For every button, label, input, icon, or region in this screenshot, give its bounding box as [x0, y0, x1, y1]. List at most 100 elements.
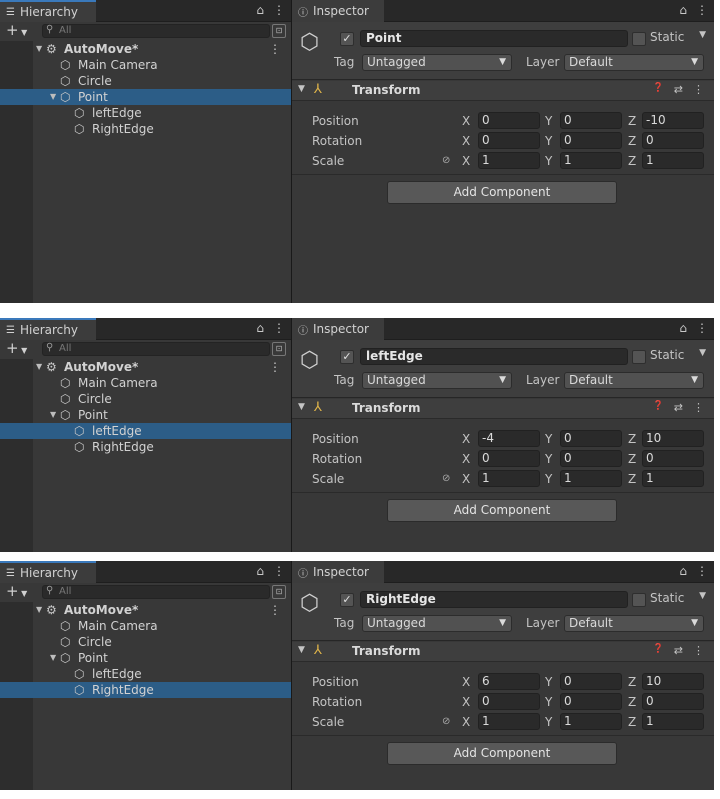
hierarchy-item[interactable]: ▼ ⚙ AutoMove* ⋮ — [0, 602, 291, 618]
foldout-arrow-icon[interactable]: ▼ — [50, 407, 56, 423]
position-x-input[interactable]: 6 — [478, 673, 540, 690]
hierarchy-item[interactable]: ▼ ⚙ AutoMove* ⋮ — [0, 359, 291, 375]
axis-y-label[interactable]: Y — [545, 133, 552, 149]
axis-x-label[interactable]: X — [462, 471, 470, 487]
axis-y-label[interactable]: Y — [545, 674, 552, 690]
foldout-arrow-icon[interactable]: ▼ — [36, 41, 42, 57]
axis-x-label[interactable]: X — [462, 714, 470, 730]
axis-x-label[interactable]: X — [462, 694, 470, 710]
constrain-proportions-icon[interactable]: ⊘ — [442, 716, 450, 727]
kebab-menu-icon[interactable]: ⋮ — [696, 321, 708, 335]
kebab-menu-icon[interactable]: ⋮ — [269, 41, 281, 57]
search-scene-icon[interactable]: ⊡ — [272, 585, 286, 599]
kebab-menu-icon[interactable]: ⋮ — [696, 564, 708, 578]
scale-x-input[interactable]: 1 — [478, 470, 540, 487]
rotation-y-input[interactable]: 0 — [560, 132, 622, 149]
lock-icon[interactable]: ⌂ — [679, 3, 687, 17]
axis-y-label[interactable]: Y — [545, 694, 552, 710]
constrain-proportions-icon[interactable]: ⊘ — [442, 155, 450, 166]
hierarchy-search-input[interactable]: All — [42, 342, 270, 356]
search-scene-icon[interactable]: ⊡ — [272, 24, 286, 38]
lock-icon[interactable]: ⌂ — [256, 564, 264, 578]
kebab-menu-icon[interactable]: ⋮ — [693, 644, 704, 657]
kebab-menu-icon[interactable]: ⋮ — [693, 401, 704, 414]
scale-y-input[interactable]: 1 — [560, 713, 622, 730]
search-scene-icon[interactable]: ⊡ — [272, 342, 286, 356]
add-component-button[interactable]: Add Component — [387, 499, 617, 522]
presets-icon[interactable]: ⇄ — [674, 83, 683, 96]
hierarchy-search-input[interactable]: All — [42, 24, 270, 38]
axis-x-label[interactable]: X — [462, 451, 470, 467]
foldout-arrow-icon[interactable]: ▼ — [36, 602, 42, 618]
presets-icon[interactable]: ⇄ — [674, 644, 683, 657]
position-y-input[interactable]: 0 — [560, 430, 622, 447]
hierarchy-item[interactable]: ▼ ⬡ Point — [0, 89, 291, 105]
scale-z-input[interactable]: 1 — [642, 713, 704, 730]
create-dropdown-button[interactable]: + ▼ — [6, 341, 27, 358]
help-icon[interactable]: ❓ — [653, 644, 664, 657]
hierarchy-item[interactable]: ⬡ Main Camera — [0, 375, 291, 391]
scale-x-input[interactable]: 1 — [478, 713, 540, 730]
axis-y-label[interactable]: Y — [545, 113, 552, 129]
transform-component-header[interactable]: ▼ ⅄ Transform ❓ ⇄ ⋮ — [292, 81, 714, 101]
object-name-input[interactable]: Point — [360, 30, 628, 47]
axis-z-label[interactable]: Z — [628, 451, 636, 467]
kebab-menu-icon[interactable]: ⋮ — [273, 564, 285, 578]
axis-x-label[interactable]: X — [462, 153, 470, 169]
hierarchy-item[interactable]: ⬡ Circle — [0, 634, 291, 650]
axis-z-label[interactable]: Z — [628, 674, 636, 690]
axis-z-label[interactable]: Z — [628, 714, 636, 730]
axis-y-label[interactable]: Y — [545, 714, 552, 730]
active-checkbox[interactable]: ✓ — [340, 32, 354, 46]
gameobject-cube-icon[interactable]: ⬡ — [300, 348, 319, 373]
kebab-menu-icon[interactable]: ⋮ — [269, 602, 281, 618]
kebab-menu-icon[interactable]: ⋮ — [693, 83, 704, 96]
axis-x-label[interactable]: X — [462, 674, 470, 690]
position-z-input[interactable]: -10 — [642, 112, 704, 129]
static-checkbox[interactable] — [632, 32, 646, 46]
rotation-z-input[interactable]: 0 — [642, 132, 704, 149]
create-dropdown-button[interactable]: + ▼ — [6, 584, 27, 601]
axis-x-label[interactable]: X — [462, 431, 470, 447]
add-component-button[interactable]: Add Component — [387, 181, 617, 204]
foldout-arrow-icon[interactable]: ▼ — [298, 645, 305, 655]
hierarchy-item[interactable]: ▼ ⬡ Point — [0, 407, 291, 423]
hierarchy-item[interactable]: ⬡ leftEdge — [0, 105, 291, 121]
lock-icon[interactable]: ⌂ — [256, 3, 264, 17]
hierarchy-item[interactable]: ⬡ RightEdge — [0, 682, 291, 698]
hierarchy-item[interactable]: ⬡ Main Camera — [0, 57, 291, 73]
gameobject-cube-icon[interactable]: ⬡ — [300, 30, 319, 55]
lock-icon[interactable]: ⌂ — [256, 321, 264, 335]
transform-component-header[interactable]: ▼ ⅄ Transform ❓ ⇄ ⋮ — [292, 399, 714, 419]
static-dropdown-icon[interactable]: ▼ — [699, 30, 706, 40]
kebab-menu-icon[interactable]: ⋮ — [269, 359, 281, 375]
foldout-arrow-icon[interactable]: ▼ — [298, 402, 305, 412]
axis-x-label[interactable]: X — [462, 133, 470, 149]
tab-inspector[interactable]: ⓘ Inspector — [292, 318, 384, 340]
rotation-z-input[interactable]: 0 — [642, 450, 704, 467]
rotation-x-input[interactable]: 0 — [478, 693, 540, 710]
hierarchy-item[interactable]: ▼ ⚙ AutoMove* ⋮ — [0, 41, 291, 57]
tag-dropdown[interactable]: Untagged ▼ — [362, 615, 512, 632]
position-x-input[interactable]: 0 — [478, 112, 540, 129]
layer-dropdown[interactable]: Default ▼ — [564, 615, 704, 632]
axis-z-label[interactable]: Z — [628, 113, 636, 129]
rotation-x-input[interactable]: 0 — [478, 450, 540, 467]
axis-y-label[interactable]: Y — [545, 471, 552, 487]
position-z-input[interactable]: 10 — [642, 673, 704, 690]
axis-x-label[interactable]: X — [462, 113, 470, 129]
gameobject-cube-icon[interactable]: ⬡ — [300, 591, 319, 616]
foldout-arrow-icon[interactable]: ▼ — [50, 650, 56, 666]
kebab-menu-icon[interactable]: ⋮ — [696, 3, 708, 17]
tab-inspector[interactable]: ⓘ Inspector — [292, 0, 384, 22]
tag-dropdown[interactable]: Untagged ▼ — [362, 54, 512, 71]
object-name-input[interactable]: leftEdge — [360, 348, 628, 365]
layer-dropdown[interactable]: Default ▼ — [564, 54, 704, 71]
tag-dropdown[interactable]: Untagged ▼ — [362, 372, 512, 389]
rotation-y-input[interactable]: 0 — [560, 693, 622, 710]
axis-z-label[interactable]: Z — [628, 694, 636, 710]
active-checkbox[interactable]: ✓ — [340, 593, 354, 607]
hierarchy-item[interactable]: ⬡ RightEdge — [0, 121, 291, 137]
rotation-z-input[interactable]: 0 — [642, 693, 704, 710]
static-checkbox[interactable] — [632, 350, 646, 364]
